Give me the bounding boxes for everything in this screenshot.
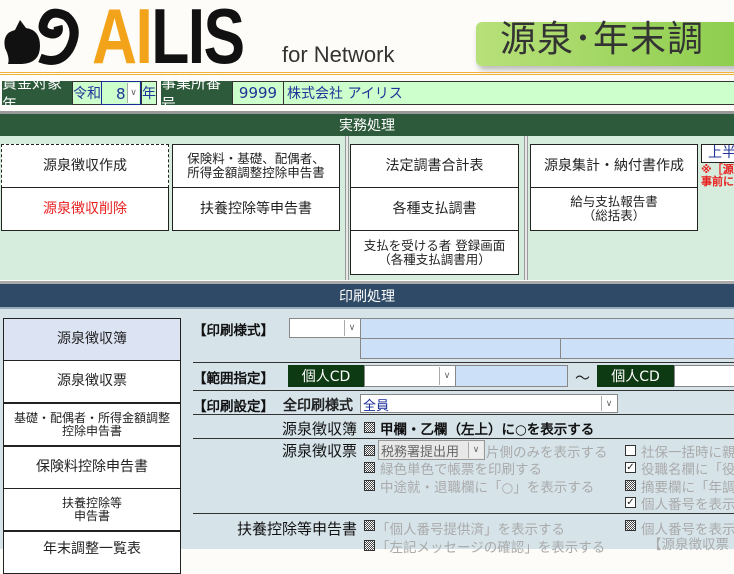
hyo-checkbox[interactable] (364, 445, 375, 456)
print-style-field (560, 338, 734, 359)
print-style-select[interactable]: ∨ (289, 318, 361, 338)
hyo-midyear-checkbox[interactable] (364, 480, 375, 491)
menu-item-insurance-declaration[interactable]: 保険料控除申告書 (3, 446, 181, 489)
logo-subtitle: for Network (282, 42, 395, 67)
payee-registration-button[interactable]: 支払を受ける者 登録画面 （各種支払調書用） (350, 230, 519, 275)
fuyo-right-sub: 【源泉徴収票・ (648, 537, 734, 553)
company-name: 株式会社 アイリス (283, 81, 734, 105)
all-style-select[interactable]: 全員 ∨ (360, 394, 618, 414)
menu-item-year-end-list[interactable]: 年末調整一覧表 (3, 531, 181, 574)
fuyo-checkbox[interactable] (364, 520, 375, 531)
note-text: ※［源 事前に (701, 164, 734, 188)
hyo-right-checkbox[interactable] (625, 480, 636, 491)
office-number: 9999 (232, 81, 284, 105)
half-year-button[interactable]: 上半 (701, 144, 734, 163)
range-from-name (455, 365, 568, 387)
hyo-right-option: 役職名欄に「役 (641, 462, 734, 478)
payment-records-button[interactable]: 各種支払調書 (350, 187, 519, 231)
withholding-summary-button[interactable]: 源泉集計・納付書作成 (530, 144, 698, 188)
hyo-right-option: 個人番号を表示 (641, 497, 734, 513)
menu-item-dependent-declaration[interactable]: 扶養控除等 申告書 (3, 488, 181, 531)
year-value: 8 (116, 85, 126, 103)
hyo-right-checkbox[interactable] (625, 445, 636, 456)
chevron-down-icon[interactable]: ∨ (468, 442, 483, 458)
print-style-field (360, 318, 734, 339)
salary-report-button[interactable]: 給与支払報告書 （総括表） (530, 187, 698, 231)
range-label: 【範囲指定】 (193, 371, 274, 387)
office-label: 事業所番号 (161, 74, 232, 113)
hyo-right-checkbox[interactable]: ✓ (625, 497, 636, 508)
logo-text: AILIS (92, 0, 245, 80)
range-to-select[interactable] (674, 365, 734, 387)
divider (524, 136, 528, 280)
note-line: 事前に (701, 175, 734, 188)
dependent-declaration-button[interactable]: 扶養控除等申告書 (172, 187, 340, 231)
range-to-label: 個人CD (597, 365, 674, 387)
menu-item-withholding-slip[interactable]: 源泉徴収票 (3, 360, 181, 403)
section-header-insatsu: 印刷処理 (0, 281, 734, 309)
era-field: 令和 (72, 81, 102, 105)
range-from-label: 個人CD (288, 365, 364, 387)
hyo-option: 中途就・退職欄に「○」を表示する (380, 480, 595, 496)
hyo-right-checkbox[interactable]: ✓ (625, 462, 636, 473)
boshu-label: 源泉徴収簿 (281, 420, 357, 438)
year-suffix: 年 (141, 81, 157, 105)
divider (193, 513, 734, 514)
fuyo-right-checkbox[interactable] (625, 520, 636, 531)
menu-item-withholding-book[interactable]: 源泉徴収簿 (3, 318, 181, 361)
fuyo-option: 「左記メッセージの確認」を表示する (376, 540, 606, 556)
divider (193, 414, 734, 415)
divider (193, 438, 734, 439)
range-from-select[interactable]: ∨ (364, 365, 456, 387)
insurance-declaration-button[interactable]: 保険料・基礎、配偶者、 所得金額調整控除申告書 (172, 144, 340, 188)
print-setting-label: 【印刷設定】 (193, 399, 274, 415)
hyo-select[interactable]: 税務署提出用 ∨ (378, 440, 485, 460)
section-header-jitsumu: 実務処理 (0, 111, 734, 136)
print-style-label: 【印刷様式】 (193, 323, 274, 339)
delete-withholding-button[interactable]: 源泉徴収削除 (1, 187, 169, 231)
create-withholding-button[interactable]: 源泉徴収作成 (1, 144, 169, 188)
divider (193, 362, 734, 363)
legal-summary-button[interactable]: 法定調書合計表 (350, 144, 519, 188)
squirrel-logo-icon (4, 8, 79, 65)
hyo-green-checkbox[interactable] (364, 462, 375, 473)
chevron-down-icon[interactable]: ∨ (344, 320, 359, 336)
print-style-field (360, 338, 561, 359)
hyo-option: 緑色単色で帳票を印刷する (380, 462, 542, 478)
chevron-down-icon[interactable]: ∨ (601, 396, 616, 411)
year-select[interactable]: 8 ∨ (101, 81, 141, 105)
range-tilde: ～ (575, 369, 591, 387)
chevron-down-icon[interactable]: ∨ (439, 367, 454, 385)
menu-item-basic-declaration[interactable]: 基礎・配偶者・所得金額調整 控除申告書 (3, 403, 181, 446)
boshu-option: 甲欄・乙欄（左上）に○を表示する (380, 422, 595, 438)
all-style-label: 全印刷様式 (283, 398, 353, 414)
all-style-value: 全員 (363, 399, 390, 414)
divider (345, 136, 349, 280)
app-title: 源泉･年末調 (500, 19, 705, 60)
divider (193, 390, 734, 391)
hyo-label: 源泉徴収票 (281, 442, 357, 460)
chevron-down-icon[interactable]: ∨ (127, 83, 139, 103)
boshu-checkbox[interactable] (364, 422, 375, 433)
fuyo-checkbox[interactable] (364, 540, 375, 551)
fuyo-label: 扶養控除等申告書 (236, 520, 357, 538)
divider (0, 72, 734, 75)
year-label: 賃金対象年 (2, 74, 72, 113)
fuyo-option: 「個人番号提供済」を表示する (376, 522, 565, 538)
